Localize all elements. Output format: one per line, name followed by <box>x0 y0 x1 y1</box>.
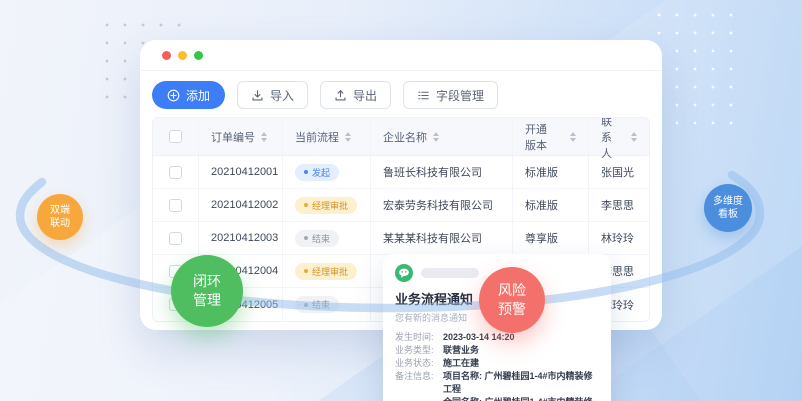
notification-remark: 备注信息: 项目名称: 广州碧桂园1-4#市内精装修工程 合同名称: 广州碧桂园… <box>395 370 599 401</box>
company-name: 某某某科技有限公司 <box>371 222 513 254</box>
zoom-button[interactable] <box>194 51 203 60</box>
sort-icon[interactable] <box>570 132 576 142</box>
column-header-company[interactable]: 企业名称 <box>371 118 513 155</box>
sort-icon[interactable] <box>261 132 267 142</box>
status-dot-icon <box>304 269 308 273</box>
table-row: 20210412002 经理审批 宏泰劳务科技有限公司 标准版 李思思 <box>153 189 649 222</box>
notification-field: 发生时间: 2023-03-14 14:20 <box>395 331 599 344</box>
add-button-label: 添加 <box>186 87 210 104</box>
order-number: 20210412002 <box>199 189 283 221</box>
notification-field: 业务状态: 施工在建 <box>395 357 599 370</box>
import-icon <box>251 89 264 102</box>
feature-badge-dual-linkage: 双端联动 <box>37 194 83 240</box>
column-header-flow[interactable]: 当前流程 <box>283 118 371 155</box>
status-dot-icon <box>304 303 308 307</box>
status-dot-icon <box>304 236 308 240</box>
row-checkbox[interactable] <box>169 166 182 179</box>
select-all-checkbox[interactable] <box>169 130 182 143</box>
status-badge: 结束 <box>295 230 339 247</box>
export-button-label: 导出 <box>353 87 377 104</box>
status-dot-icon <box>304 170 308 174</box>
status-dot-icon <box>304 203 308 207</box>
toolbar: 添加 导入 导出 字段管理 <box>140 71 662 117</box>
wechat-icon <box>395 264 413 282</box>
order-number: 20210412003 <box>199 222 283 254</box>
row-checkbox[interactable] <box>169 232 182 245</box>
sort-icon[interactable] <box>433 132 439 142</box>
version: 标准版 <box>513 156 589 188</box>
column-header-contact[interactable]: 联系人 <box>589 118 649 155</box>
field-management-button[interactable]: 字段管理 <box>403 81 498 109</box>
table-row: 20210412003 结束 某某某科技有限公司 尊享版 林玲玲 <box>153 222 649 255</box>
contact-name: 林玲玲 <box>589 222 649 254</box>
dot-grid-decoration <box>650 6 746 132</box>
version: 标准版 <box>513 189 589 221</box>
feature-badge-closed-loop: 闭环管理 <box>171 255 243 327</box>
column-header-order[interactable]: 订单编号 <box>199 118 283 155</box>
field-management-button-label: 字段管理 <box>436 87 484 104</box>
feature-badge-dashboard: 多维度看板 <box>704 184 752 232</box>
notification-field: 业务类型: 联营业务 <box>395 344 599 357</box>
feature-badge-risk-warning: 风险预警 <box>479 267 545 333</box>
add-button[interactable]: 添加 <box>152 81 225 109</box>
window-titlebar <box>140 40 662 71</box>
column-header-version[interactable]: 开通版本 <box>513 118 589 155</box>
notification-source-placeholder <box>421 268 479 278</box>
import-button-label: 导入 <box>270 87 294 104</box>
version: 尊享版 <box>513 222 589 254</box>
table-header-row: 订单编号 当前流程 企业名称 开通版本 联系人 <box>153 118 649 156</box>
list-settings-icon <box>417 89 430 102</box>
company-name: 宏泰劳务科技有限公司 <box>371 189 513 221</box>
table-row: 20210412001 发起 鲁班长科技有限公司 标准版 张国光 <box>153 156 649 189</box>
row-checkbox[interactable] <box>169 199 182 212</box>
sort-icon[interactable] <box>631 132 637 142</box>
status-badge: 发起 <box>295 164 339 181</box>
status-badge: 经理审批 <box>295 263 357 280</box>
company-name: 鲁班长科技有限公司 <box>371 156 513 188</box>
order-number: 20210412001 <box>199 156 283 188</box>
import-button[interactable]: 导入 <box>237 81 308 109</box>
minimize-button[interactable] <box>178 51 187 60</box>
status-badge: 结束 <box>295 296 339 313</box>
contact-name: 李思思 <box>589 189 649 221</box>
contact-name: 张国光 <box>589 156 649 188</box>
export-button[interactable]: 导出 <box>320 81 391 109</box>
sort-icon[interactable] <box>345 132 351 142</box>
plus-circle-icon <box>167 89 180 102</box>
close-button[interactable] <box>162 51 171 60</box>
export-icon <box>334 89 347 102</box>
status-badge: 经理审批 <box>295 197 357 214</box>
